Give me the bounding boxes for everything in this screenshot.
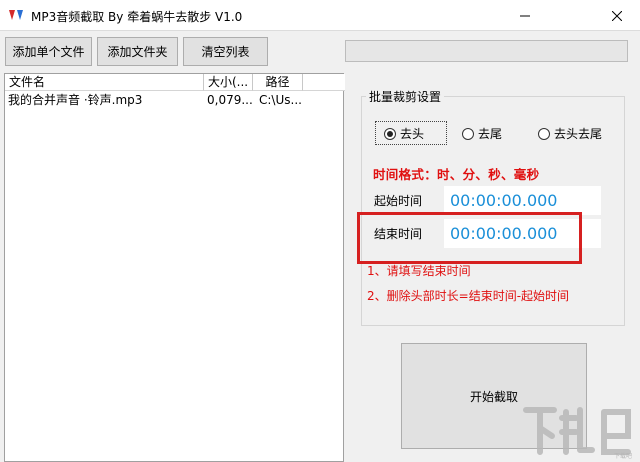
file-list-header: 文件名 大小(... 路径 (5, 74, 345, 91)
column-header-path[interactable]: 路径 (253, 74, 303, 91)
radio-trim-head-label: 去头 (400, 127, 425, 141)
watermark-text: 下载吧 (614, 452, 632, 460)
watermark-logo: 下载吧 (523, 407, 632, 460)
close-button[interactable] (594, 0, 640, 31)
add-folder-button[interactable]: 添加文件夹 (97, 37, 178, 66)
start-time-label: 起始时间 (374, 194, 423, 208)
column-header-size[interactable]: 大小(... (204, 74, 253, 91)
row-path: C:\Us... (259, 93, 302, 107)
radio-circle (462, 127, 474, 140)
radio-trim-both-label: 去头去尾 (554, 127, 603, 141)
note-fill-end-time: 1、请填写结束时间 (367, 264, 471, 278)
radio-trim-tail-label: 去尾 (478, 127, 503, 141)
add-file-button[interactable]: 添加单个文件 (5, 37, 92, 66)
window-title: MP3音频截取 By 牵着蜗牛去散步 V1.0 (31, 10, 243, 24)
column-header-name[interactable]: 文件名 (5, 74, 204, 91)
note-duration-formula: 2、删除头部时长=结束时间-起始时间 (367, 289, 570, 303)
row-name: 我的合并声音 ·铃声.mp3 (8, 93, 143, 107)
title-bar: MP3音频截取 By 牵着蜗牛去散步 V1.0 (0, 0, 640, 31)
column-header-filler (303, 74, 345, 91)
close-icon (612, 10, 622, 21)
time-format-hint: 时间格式：时、分、秒、毫秒 (373, 167, 540, 182)
progress-bar (345, 40, 628, 62)
minimize-button[interactable] (502, 0, 548, 31)
radio-trim-both[interactable]: 去头去尾 (538, 125, 602, 142)
radio-circle-checked (384, 127, 396, 140)
clear-list-button[interactable]: 清空列表 (183, 37, 268, 66)
start-time-value: 00:00:00.000 (450, 191, 558, 210)
table-row[interactable]: 我的合并声音 ·铃声.mp3 0,079.... C:\Us... (5, 92, 313, 108)
radio-trim-tail[interactable]: 去尾 (462, 125, 502, 142)
app-icon (9, 10, 23, 20)
radio-trim-head[interactable]: 去头 (384, 125, 424, 142)
batch-settings-title: 批量裁剪设置 (366, 88, 445, 105)
row-size: 0,079.... (207, 93, 253, 107)
radio-circle (538, 127, 550, 140)
minimize-icon (520, 15, 530, 16)
file-list[interactable]: 文件名 大小(... 路径 我的合并声音 ·铃声.mp3 0,079.... C… (4, 73, 345, 462)
highlight-annotation (357, 212, 582, 264)
